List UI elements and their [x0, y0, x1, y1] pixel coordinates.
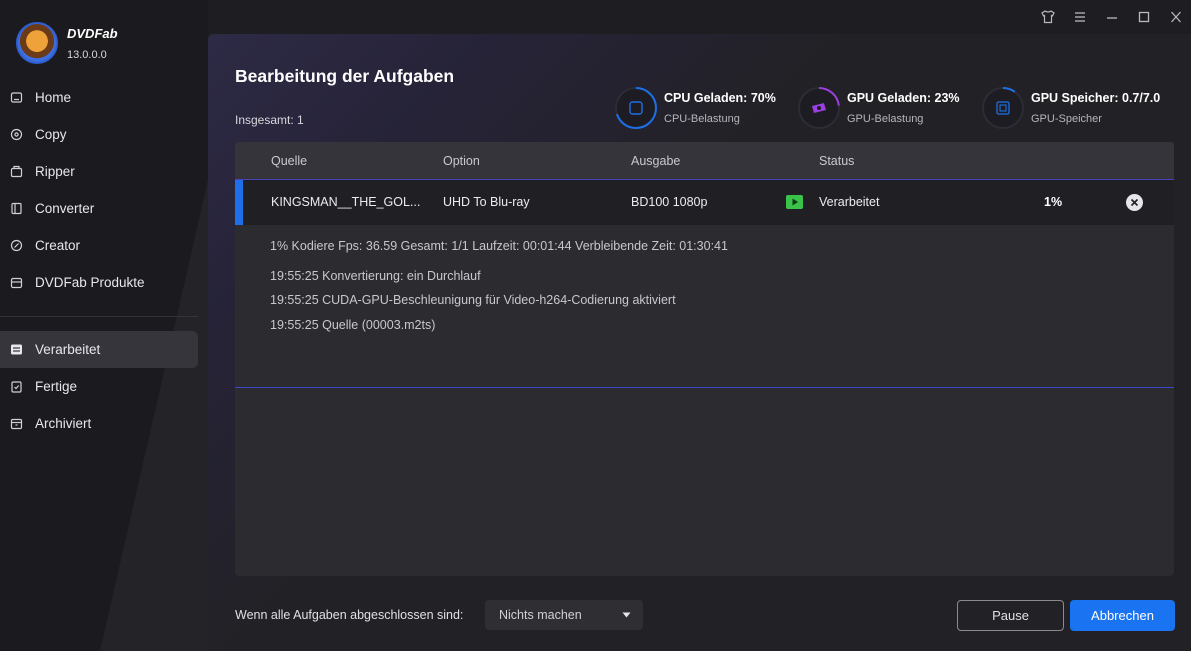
on-complete-value: Nichts machen	[499, 608, 582, 622]
cpu-load-gauge	[614, 86, 658, 130]
row-selection-indicator	[235, 180, 243, 225]
sidebar-item-label: Verarbeitet	[35, 342, 101, 357]
gpu-load-label: GPU Geladen: 23%	[847, 91, 960, 105]
main-nav: Home Copy Ripper Converter Creator DVDFa…	[0, 79, 208, 301]
play-icon	[786, 195, 803, 209]
remove-task-button[interactable]	[1126, 194, 1143, 211]
maximize-icon[interactable]	[1135, 9, 1153, 25]
sidebar: DVDFab 13.0.0.0 Home Copy Ripper Convert…	[0, 0, 208, 651]
task-source: KINGSMAN__THE_GOL...	[271, 195, 421, 209]
copy-icon	[9, 128, 23, 142]
main-content: Bearbeitung der Aufgaben Insgesamt: 1 CP…	[208, 34, 1191, 651]
column-header-source: Quelle	[271, 154, 308, 168]
sidebar-item-products[interactable]: DVDFab Produkte	[0, 264, 208, 301]
chevron-down-icon	[622, 612, 631, 618]
task-progress: 1%	[1044, 195, 1063, 209]
close-icon[interactable]	[1167, 9, 1185, 25]
finished-icon	[9, 380, 23, 394]
task-status: Verarbeitet	[819, 195, 880, 209]
cpu-load-caption: CPU-Belastung	[664, 113, 740, 125]
table-row[interactable]: KINGSMAN__THE_GOL... UHD To Blu-ray BD10…	[235, 179, 1174, 226]
queue-nav: Verarbeitet Fertige Archiviert	[0, 331, 208, 442]
app-name: DVDFab	[67, 25, 118, 41]
sidebar-item-creator[interactable]: Creator	[0, 227, 208, 264]
log-line: 19:55:25 CUDA-GPU-Beschleunigung für Vid…	[270, 293, 676, 307]
app-logo: DVDFab 13.0.0.0	[16, 22, 118, 64]
cpu-icon	[629, 101, 643, 115]
title-bar	[208, 0, 1191, 34]
products-icon	[9, 276, 23, 290]
sidebar-item-ripper[interactable]: Ripper	[0, 153, 208, 190]
cpu-stat: CPU Geladen: 70% CPU-Belastung	[614, 86, 776, 130]
task-option: UHD To Blu-ray	[443, 195, 530, 209]
page-title: Bearbeitung der Aufgaben	[235, 66, 455, 86]
sidebar-divider	[0, 316, 198, 317]
gpu-stat: GPU Geladen: 23% GPU-Belastung	[797, 86, 960, 130]
column-header-output: Ausgabe	[631, 154, 681, 168]
on-complete-label: Wenn alle Aufgaben abgeschlossen sind:	[235, 608, 464, 622]
sidebar-item-label: Converter	[35, 201, 95, 216]
task-panel: Quelle Option Ausgabe Status KINGSMAN__T…	[235, 142, 1174, 576]
sidebar-item-label: Home	[35, 90, 72, 105]
ripper-icon	[9, 165, 23, 179]
sidebar-item-home[interactable]: Home	[0, 79, 208, 116]
gpu-memory-caption: GPU-Speicher	[1031, 113, 1102, 125]
processing-icon	[9, 343, 23, 357]
column-header-option: Option	[443, 154, 480, 168]
sidebar-item-converter[interactable]: Converter	[0, 190, 208, 227]
sidebar-item-label: DVDFab Produkte	[35, 275, 145, 290]
gpu-load-gauge	[797, 86, 841, 130]
close-icon	[1130, 198, 1139, 207]
gpu-memory-icon	[996, 101, 1010, 115]
log-line: 19:55:25 Quelle (00003.m2ts)	[270, 318, 436, 332]
minimize-icon[interactable]	[1103, 9, 1121, 25]
sidebar-item-label: Copy	[35, 127, 67, 142]
total-count: Insgesamt: 1	[235, 113, 304, 127]
converter-icon	[9, 202, 23, 216]
archive-icon	[9, 417, 23, 431]
skin-icon[interactable]	[1039, 9, 1057, 25]
dvdfab-logo-icon	[16, 22, 58, 64]
table-header: Quelle Option Ausgabe Status	[235, 142, 1174, 179]
gpu-load-caption: GPU-Belastung	[847, 113, 924, 125]
pause-button[interactable]: Pause	[957, 600, 1064, 631]
sidebar-item-finished[interactable]: Fertige	[0, 368, 208, 405]
log-line: 19:55:25 Konvertierung: ein Durchlauf	[270, 269, 481, 283]
gpu-memory-gauge	[981, 86, 1025, 130]
app-version: 13.0.0.0	[67, 48, 107, 61]
cpu-load-label: CPU Geladen: 70%	[664, 91, 776, 105]
sidebar-item-label: Ripper	[35, 164, 75, 179]
gpu-icon	[812, 103, 826, 113]
menu-icon[interactable]	[1071, 9, 1089, 25]
progress-summary: 1% Kodiere Fps: 36.59 Gesamt: 1/1 Laufze…	[270, 239, 728, 253]
cancel-button[interactable]: Abbrechen	[1070, 600, 1175, 631]
column-header-status: Status	[819, 154, 855, 168]
sidebar-item-processing[interactable]: Verarbeitet	[0, 331, 198, 368]
sidebar-item-label: Fertige	[35, 379, 78, 394]
task-details-log: 1% Kodiere Fps: 36.59 Gesamt: 1/1 Laufze…	[235, 225, 1174, 388]
sidebar-item-copy[interactable]: Copy	[0, 116, 208, 153]
sidebar-item-archive[interactable]: Archiviert	[0, 405, 208, 442]
sidebar-item-label: Creator	[35, 238, 81, 253]
gpu-memory-label: GPU Speicher: 0.7/7.0	[1031, 91, 1161, 105]
gpu-memory-stat: GPU Speicher: 0.7/7.0 GPU-Speicher	[981, 86, 1160, 130]
creator-icon	[9, 239, 23, 253]
on-complete-select[interactable]: Nichts machen	[485, 600, 643, 630]
sidebar-item-label: Archiviert	[35, 416, 92, 431]
home-icon	[9, 91, 23, 105]
task-output: BD100 1080p	[631, 195, 708, 209]
